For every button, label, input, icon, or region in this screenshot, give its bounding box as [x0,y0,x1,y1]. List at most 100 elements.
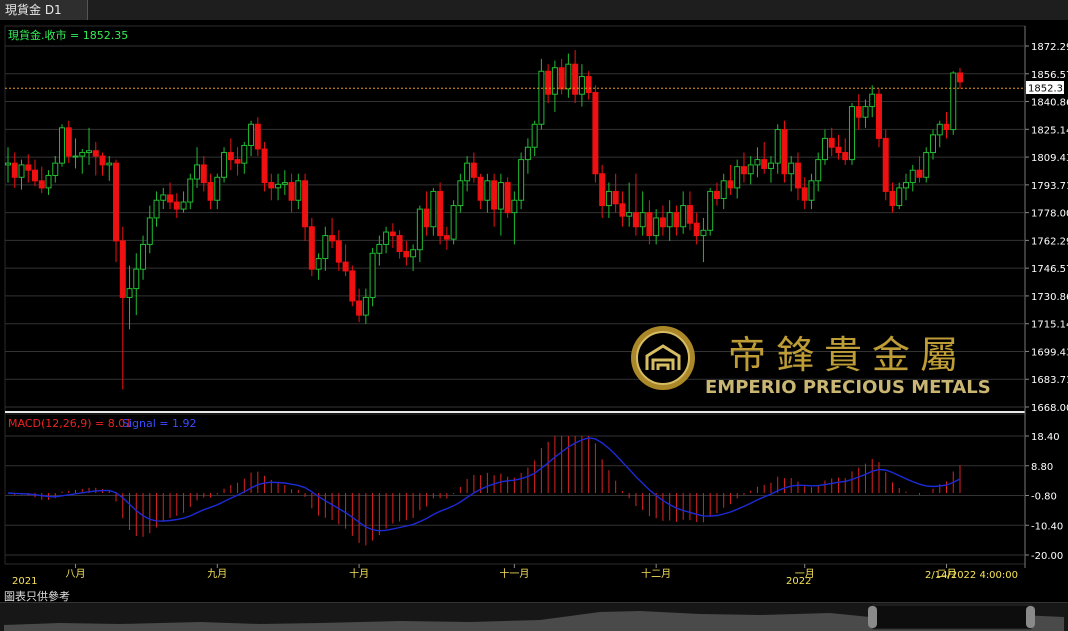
candle-body [470,162,477,178]
candle-body [484,180,491,201]
candle-body [437,190,444,237]
candle-body [423,208,430,228]
last-date-label: 2/14/2022 4:00:00 [925,570,1018,581]
candle-body [612,190,619,205]
candle-body [788,162,795,175]
candle-body [599,173,606,207]
candle-body [774,129,781,164]
candle-body [869,93,876,108]
candle-body [653,217,660,237]
candle-body [187,178,194,203]
candle-body [11,162,18,178]
candle-body [5,162,11,166]
candle-body [835,146,842,154]
candle-body [605,190,612,207]
month-label: 十月 [349,567,369,580]
candle-body [86,150,93,154]
candle-body [504,182,511,214]
candle-body [896,187,903,207]
watermark-name-en: EMPERIO PRECIOUS METALS [705,377,991,398]
candle-body [180,201,187,210]
candle-body [369,252,376,298]
candle-body [747,164,754,175]
candle-body [531,123,538,148]
candle-body [25,164,32,171]
candle-body [315,258,322,270]
candle-body [295,180,302,201]
candle-body [646,212,653,237]
candle-body [396,235,403,252]
candle-body [666,212,673,228]
price-tick-label: 1699.43 [1031,347,1068,358]
candle-body [828,137,835,148]
candle-body [322,235,329,260]
candle-body [281,182,288,185]
candle-body [551,67,558,95]
month-label: 九月 [207,568,227,580]
candle-body [821,137,828,161]
candle-body [241,144,248,164]
candle-body [153,199,160,219]
candle-body [146,217,153,245]
candle-body [79,152,86,157]
price-tick-label: 1809.43 [1031,153,1068,164]
candle-body [545,70,552,95]
candle-body [335,240,342,263]
navigator-handle-right[interactable] [1026,606,1035,628]
candle-body [592,91,599,175]
candle-body [794,162,801,189]
candle-body [383,231,390,245]
macd-tick-label: -0.80 [1031,492,1057,503]
candle-body [936,123,943,136]
candle-body [248,123,255,146]
candle-body [889,190,896,207]
candle-body [234,159,241,164]
candle-body [491,180,498,210]
candle-body [801,187,808,201]
price-tick-label: 1683.71 [1031,375,1068,386]
candle-body [862,106,869,118]
candle-body [909,169,916,184]
price-tick-label: 1872.29 [1031,42,1068,53]
candle-body [538,70,545,125]
candle-body [113,162,120,242]
candle-body [38,180,45,189]
candle-body [18,164,25,178]
candle-body [268,182,275,189]
candle-body [173,201,180,210]
candle-body [342,261,349,272]
candle-body [410,249,417,258]
candle-body [558,67,565,90]
macd-tick-label: -20.00 [1031,551,1063,562]
tab-gold-d1[interactable]: 現貨金 D1 [0,0,88,20]
candle-body [416,208,423,251]
candle-body [578,76,585,95]
candle-body [916,169,923,178]
signal-label: Signal = 1.92 [122,417,197,430]
candle-body [673,212,680,228]
candle-body [349,270,356,302]
candle-body [194,164,201,180]
price-tick-label: 1840.86 [1031,98,1068,109]
candle-body [329,235,336,242]
candle-body [45,175,52,189]
price-tick-label: 1778.00 [1031,209,1068,220]
candle-body [950,72,957,131]
candle-body [65,127,72,157]
candle-body [72,155,79,158]
candle-body [680,205,687,228]
candle-body [160,194,167,201]
navigator-window[interactable] [872,604,1032,630]
candle-body [119,240,126,298]
candle-body [430,190,437,228]
navigator-handle-left[interactable] [868,606,877,628]
chart-navigator[interactable] [0,602,1068,631]
candle-body [875,93,882,139]
year-label: 2021 [12,576,37,587]
candle-body [227,152,234,161]
candle-body [59,127,66,164]
candle-body [565,63,572,90]
candle-body [767,162,774,169]
candle-body [288,182,295,201]
candle-body [254,123,261,150]
